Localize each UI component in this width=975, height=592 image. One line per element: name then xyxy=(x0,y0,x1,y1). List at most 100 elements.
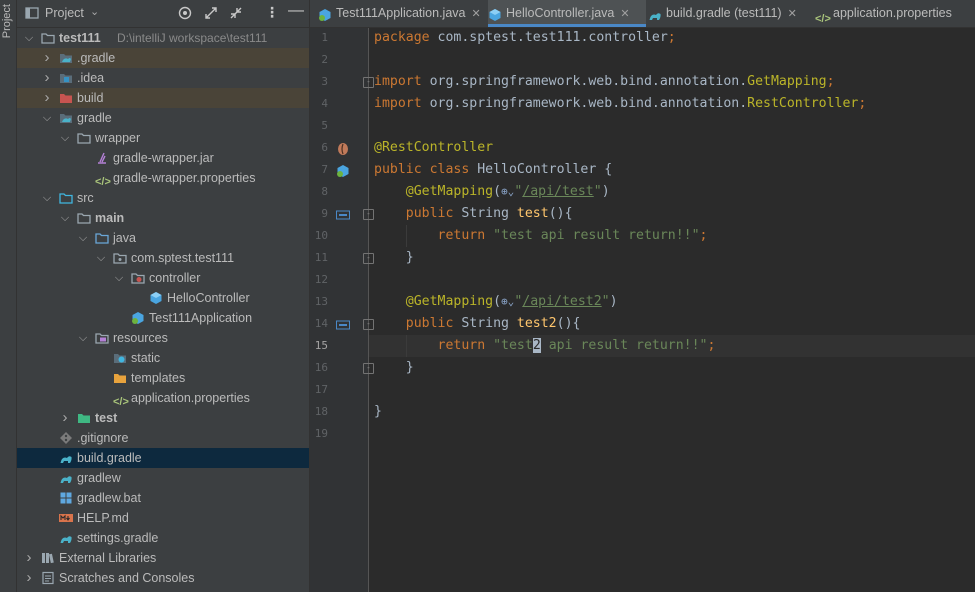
class-icon xyxy=(149,291,163,305)
tree-item-label: controller xyxy=(149,271,201,285)
close-tab-icon[interactable]: ✕ xyxy=(471,8,480,20)
tree-item[interactable]: ⌵ gradle xyxy=(17,108,309,128)
fold-close-icon[interactable]: - xyxy=(363,363,374,374)
fold-open-icon[interactable]: - xyxy=(363,209,374,220)
tree-item[interactable]: build.gradle xyxy=(17,448,309,468)
chevron-down-icon[interactable]: ⌄ xyxy=(90,5,99,18)
tree-item-label: test xyxy=(95,411,118,425)
code-editor[interactable]: - - - - - package com.sptest.test111.controll… xyxy=(363,27,975,592)
tree-item[interactable]: Test111Application xyxy=(17,308,309,328)
expand-all-icon[interactable] xyxy=(204,6,218,20)
tree-item[interactable]: ⌵ resources xyxy=(17,328,309,348)
code-line[interactable]: @RestController xyxy=(374,137,493,159)
tree-item[interactable]: .gitignore xyxy=(17,428,309,448)
editor-tab-label: application.properties xyxy=(833,6,952,20)
tree-item[interactable]: ⌵ wrapper xyxy=(17,128,309,148)
tree-item-label: main xyxy=(95,211,125,225)
chevron-down-icon[interactable]: ⌵ xyxy=(23,28,35,48)
chevron-right-icon[interactable]: › xyxy=(41,48,53,68)
editor-tab[interactable]: build.gradle (test111) ✕ xyxy=(648,0,813,27)
code-token: String xyxy=(461,316,517,331)
code-line[interactable]: package com.sptest.test111.controller; xyxy=(374,27,676,49)
tree-item[interactable]: gradlew.bat xyxy=(17,488,309,508)
fold-close-icon[interactable]: - xyxy=(363,253,374,264)
spring-class-icon[interactable] xyxy=(336,164,350,181)
close-tab-icon[interactable]: ✕ xyxy=(620,8,629,20)
tree-item-label: gradle-wrapper.properties xyxy=(113,171,256,185)
close-tab-icon[interactable]: ✕ xyxy=(788,8,797,20)
code-line[interactable]: return "test2 api result return!!"; xyxy=(374,335,715,357)
tree-item[interactable]: ⌵ test111 D:\intelliJ workspace\test111 xyxy=(17,28,309,48)
project-view-title[interactable]: Project xyxy=(45,6,84,20)
code-line[interactable]: } xyxy=(374,401,382,423)
web-endpoint-icon[interactable] xyxy=(336,209,350,224)
tree-item[interactable]: ⌵ java xyxy=(17,228,309,248)
tree-item-label: templates xyxy=(131,371,186,385)
project-stripe-button[interactable]: Project xyxy=(1,4,15,38)
chevron-right-icon[interactable]: › xyxy=(23,568,35,588)
chevron-right-icon[interactable]: › xyxy=(23,548,35,568)
tree-item[interactable]: HELP.md xyxy=(17,508,309,528)
jar-icon xyxy=(95,151,109,165)
editor-tab[interactable]: </> application.properties xyxy=(815,0,975,27)
tree-item[interactable]: ⌵ src xyxy=(17,188,309,208)
tree-item[interactable]: gradle-wrapper.jar xyxy=(17,148,309,168)
url-mapping-icon[interactable]: ⊕⌄ xyxy=(501,185,514,198)
chevron-down-icon[interactable]: ⌵ xyxy=(77,328,89,348)
collapse-all-icon[interactable] xyxy=(229,6,243,20)
web-endpoint-icon[interactable] xyxy=(336,319,350,334)
tree-item[interactable]: › .idea xyxy=(17,68,309,88)
editor-gutter: 1 2 3 4 5 6 7 8 9 10 11 12 13 14 15 16 17 18 19 xyxy=(310,28,369,592)
chevron-down-icon[interactable]: ⌵ xyxy=(113,268,125,288)
tree-item[interactable]: › External Libraries xyxy=(17,548,309,568)
tree-item[interactable]: › build xyxy=(17,88,309,108)
code-line[interactable]: @GetMapping(⊕⌄"/api/test2") xyxy=(374,291,618,313)
folder-icon xyxy=(77,131,91,145)
tree-item[interactable]: HelloController xyxy=(17,288,309,308)
tree-item[interactable]: ⌵ main xyxy=(17,208,309,228)
tree-item[interactable]: › .gradle xyxy=(17,48,309,68)
code-line[interactable]: } xyxy=(374,357,414,379)
editor-tab[interactable]: Test111Application.java ✕ xyxy=(318,0,488,27)
chevron-down-icon[interactable]: ⌵ xyxy=(41,188,53,208)
tree-item[interactable]: ⌵ controller xyxy=(17,268,309,288)
code-line[interactable]: import org.springframework.web.bind.anno… xyxy=(374,71,835,93)
code-line[interactable]: return "test api result return!!"; xyxy=(374,225,708,247)
tree-item[interactable]: › Scratches and Consoles xyxy=(17,568,309,588)
code-line[interactable]: import org.springframework.web.bind.anno… xyxy=(374,93,866,115)
tree-item[interactable]: </> application.properties xyxy=(17,388,309,408)
fold-open-icon[interactable]: - xyxy=(363,77,374,88)
code-token: RestController xyxy=(747,96,859,111)
chevron-down-icon[interactable]: ⌵ xyxy=(41,108,53,128)
chevron-right-icon[interactable]: › xyxy=(59,408,71,428)
chevron-down-icon[interactable]: ⌵ xyxy=(77,228,89,248)
bean-icon[interactable] xyxy=(336,142,350,159)
code-token: /api/test xyxy=(522,184,594,199)
code-line[interactable]: } xyxy=(374,247,414,269)
code-line[interactable]: @GetMapping(⊕⌄"/api/test") xyxy=(374,181,610,203)
code-line[interactable]: public String test2(){ xyxy=(374,313,581,335)
tree-item[interactable]: ⌵ com.sptest.test111 xyxy=(17,248,309,268)
chevron-right-icon[interactable]: › xyxy=(41,88,53,108)
code-token: test xyxy=(516,206,549,221)
url-mapping-icon[interactable]: ⊕⌄ xyxy=(501,295,514,308)
chevron-right-icon[interactable]: › xyxy=(41,68,53,88)
chevron-down-icon[interactable]: ⌵ xyxy=(59,128,71,148)
options-menu-icon[interactable]: ⋮ xyxy=(265,4,279,21)
tree-item[interactable]: settings.gradle xyxy=(17,528,309,548)
code-line[interactable]: public String test(){ xyxy=(374,203,573,225)
tree-item[interactable]: static xyxy=(17,348,309,368)
chevron-down-icon[interactable]: ⌵ xyxy=(59,208,71,228)
tree-item[interactable]: </> gradle-wrapper.properties xyxy=(17,168,309,188)
code-line[interactable]: public class HelloController { xyxy=(374,159,612,181)
fold-open-icon[interactable]: - xyxy=(363,319,374,330)
tree-item[interactable]: › test xyxy=(17,408,309,428)
tree-item[interactable]: gradlew xyxy=(17,468,309,488)
locate-file-icon[interactable] xyxy=(178,6,192,20)
tree-item-label: src xyxy=(77,191,94,205)
tree-item[interactable]: templates xyxy=(17,368,309,388)
editor-tab[interactable]: HelloController.java ✕ xyxy=(488,0,646,27)
code-token: api result return!!" xyxy=(540,338,708,353)
hide-panel-icon[interactable]: — xyxy=(288,2,304,20)
chevron-down-icon[interactable]: ⌵ xyxy=(95,248,107,268)
